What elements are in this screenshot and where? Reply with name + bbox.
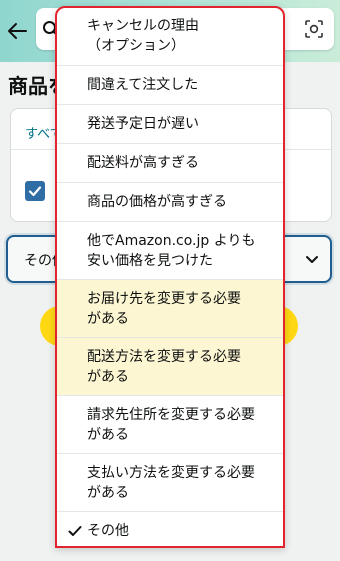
option-change-shipping-method[interactable]: 配送方法を変更する必要 がある <box>57 338 283 396</box>
option-label: お届け先を変更する必要 がある <box>87 290 241 327</box>
option-label: 配送方法を変更する必要 がある <box>87 348 241 385</box>
option-label: 間違えて注文した <box>87 77 199 93</box>
option-other[interactable]: その他 <box>57 512 283 546</box>
option-change-billing-address[interactable]: 請求先住所を変更する必要 がある <box>57 396 283 454</box>
option-shipping-too-expensive[interactable]: 配送料が高すぎる <box>57 144 283 183</box>
dropdown-header: キャンセルの理由 （オプション） <box>57 8 283 66</box>
camera-scan-icon[interactable] <box>304 19 324 39</box>
checkmark-icon <box>68 526 82 536</box>
option-label: 商品の価格が高すぎる <box>87 194 227 210</box>
option-label: その他 <box>87 523 129 539</box>
option-change-address[interactable]: お届け先を変更する必要 がある <box>57 280 283 338</box>
option-label: 他でAmazon.co.jp よりも 安い価格を見つけた <box>87 232 256 269</box>
page-title: 商品を <box>8 74 58 98</box>
option-label: 配送料が高すぎる <box>87 155 199 171</box>
option-delivery-too-late[interactable]: 発送予定日が遅い <box>57 105 283 144</box>
option-label: 支払い方法を変更する必要 がある <box>87 464 255 501</box>
option-change-payment-method[interactable]: 支払い方法を変更する必要 がある <box>57 454 283 512</box>
arrow-left-icon[interactable] <box>6 20 28 42</box>
cancel-reason-dropdown: キャンセルの理由 （オプション） 間違えて注文した 発送予定日が遅い 配送料が高… <box>55 6 285 548</box>
option-found-cheaper[interactable]: 他でAmazon.co.jp よりも 安い価格を見つけた <box>57 222 283 280</box>
chevron-down-icon <box>306 256 318 263</box>
option-ordered-by-mistake[interactable]: 間違えて注文した <box>57 66 283 105</box>
option-label: キャンセルの理由 （オプション） <box>87 18 199 54</box>
item-checkbox[interactable] <box>25 181 45 201</box>
option-label: 発送予定日が遅い <box>87 116 199 132</box>
checkbox-check-icon <box>28 186 42 197</box>
option-price-too-high[interactable]: 商品の価格が高すぎる <box>57 183 283 222</box>
option-label: 請求先住所を変更する必要 がある <box>87 406 255 443</box>
